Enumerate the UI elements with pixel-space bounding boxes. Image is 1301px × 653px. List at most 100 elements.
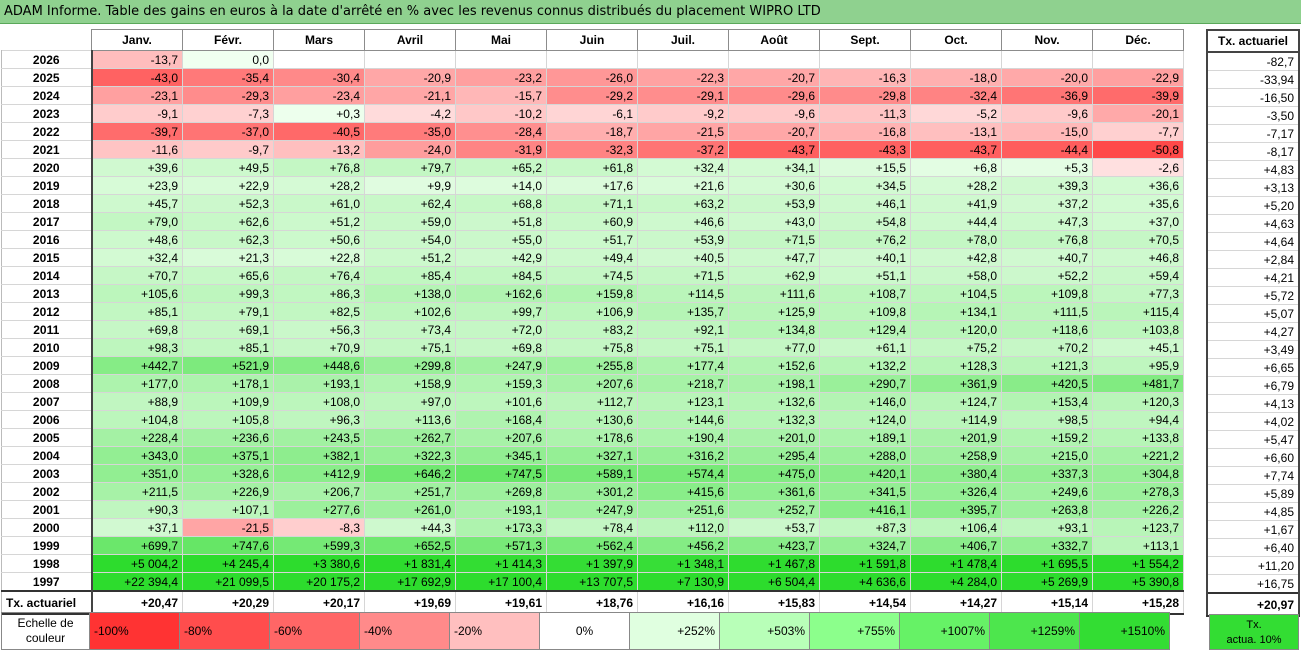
gain-cell: +337,3	[1001, 464, 1093, 483]
gain-cell	[273, 50, 365, 69]
gain-cell: -36,9	[1001, 86, 1093, 105]
gain-cell: +361,6	[728, 482, 820, 501]
gain-cell: +46,8	[1092, 248, 1184, 267]
gain-cell: +43,0	[728, 212, 820, 231]
gain-cell: +105,8	[182, 410, 274, 429]
year-cell: 2018	[1, 194, 93, 213]
actuarial-row: +4,64	[1206, 232, 1300, 251]
gain-cell: +47,7	[728, 248, 820, 267]
corner-cell	[2, 30, 92, 51]
gain-cell: +70,7	[91, 266, 183, 285]
color-scale-swatch: -60%	[269, 612, 360, 650]
month-header: Déc.	[1092, 29, 1184, 51]
gain-cell: +51,7	[546, 230, 638, 249]
gain-cell: +21 099,5	[182, 572, 274, 592]
table-row: 2015 +32,4 +21,3 +22,8 +51,2 +42,9 +49,4 +40,5 +…	[1, 248, 1184, 267]
gain-cell: +50,6	[273, 230, 365, 249]
gain-cell: +218,7	[637, 374, 729, 393]
gain-cell: +123,1	[637, 392, 729, 411]
gain-cell: +105,6	[91, 284, 183, 303]
table-row: 2008 +177,0 +178,1 +193,1 +158,9 +159,3 +207,6…	[1, 374, 1184, 393]
actuarial-rate-cell: +5,89	[1206, 484, 1300, 503]
actuarial-rate-total: +20,97	[1206, 592, 1300, 617]
table-row: 2010 +98,3 +85,1 +70,9 +75,1 +69,8 +75,8 +75,1 +…	[1, 338, 1184, 357]
gain-cell: +108,0	[273, 392, 365, 411]
gain-cell: -9,6	[728, 104, 820, 123]
gain-cell: -6,1	[546, 104, 638, 123]
gain-cell: -10,2	[455, 104, 547, 123]
footer-rate-cell: +15,28	[1092, 590, 1184, 615]
gain-cell: -18,7	[546, 122, 638, 141]
actuarial-row: +1,67	[1206, 520, 1300, 539]
gain-cell: +345,1	[455, 446, 547, 465]
gain-cell: +324,7	[819, 536, 911, 555]
gain-cell: 0,0	[182, 50, 274, 69]
gain-cell: -11,6	[91, 140, 183, 159]
gain-cell: +328,6	[182, 464, 274, 483]
gain-cell: +103,8	[1092, 320, 1184, 339]
gain-cell: +120,3	[1092, 392, 1184, 411]
gain-cell: +249,6	[1001, 482, 1093, 501]
gain-cell: +201,9	[910, 428, 1002, 447]
gain-cell: +252,7	[728, 500, 820, 519]
gain-cell: +76,8	[273, 158, 365, 177]
gain-cell: +1 348,1	[637, 554, 729, 573]
gain-cell: -30,4	[273, 68, 365, 87]
actuarial-row: -33,94	[1206, 70, 1300, 89]
gain-cell: +102,6	[364, 302, 456, 321]
gain-cell: +1 467,8	[728, 554, 820, 573]
gain-cell: +652,5	[364, 536, 456, 555]
actuarial-row: +6,65	[1206, 358, 1300, 377]
gain-cell: +361,9	[910, 374, 1002, 393]
gain-cell: +123,7	[1092, 518, 1184, 537]
footer-rate-cell: +19,61	[455, 590, 547, 615]
actuarial-rate-cell: +16,75	[1206, 574, 1300, 594]
gain-cell: +56,3	[273, 320, 365, 339]
gain-cell: +327,1	[546, 446, 638, 465]
gain-cell: +22,8	[273, 248, 365, 267]
gain-cell: +62,9	[728, 266, 820, 285]
gain-cell: -15,7	[455, 86, 547, 105]
gain-cell: +104,8	[91, 410, 183, 429]
actuarial-row: +7,74	[1206, 466, 1300, 485]
gain-cell: +261,0	[364, 500, 456, 519]
color-scale-swatch: +1510%	[1079, 612, 1170, 650]
gain-cell: +412,9	[273, 464, 365, 483]
actuarial-legend-line1: Tx.	[1246, 619, 1262, 631]
gain-cell: -20,1	[1092, 104, 1184, 123]
actuarial-row: +5,89	[1206, 484, 1300, 503]
table-row: 2021 -11,6 -9,7 -13,2 -24,0 -31,9 -32,3 -37,2 -4…	[1, 140, 1184, 159]
actuarial-rate-cell: -82,7	[1206, 51, 1300, 71]
gain-cell: +6,8	[910, 158, 1002, 177]
gain-cell: +521,9	[182, 356, 274, 375]
gain-cell: +146,0	[819, 392, 911, 411]
footer-rate-cell: +20,17	[273, 590, 365, 615]
actuarial-rate-cell: +3,13	[1206, 178, 1300, 197]
gain-cell: +128,3	[910, 356, 1002, 375]
gain-cell: -21,1	[364, 86, 456, 105]
gain-cell: +159,8	[546, 284, 638, 303]
gain-cell: +226,2	[1092, 500, 1184, 519]
gain-cell: +77,3	[1092, 284, 1184, 303]
table-row: 2003 +351,0 +328,6 +412,9 +646,2 +747,5 +589,1…	[1, 464, 1184, 483]
gain-cell: -20,9	[364, 68, 456, 87]
gain-cell: -23,4	[273, 86, 365, 105]
gain-cell: +236,6	[182, 428, 274, 447]
gain-cell: +60,9	[546, 212, 638, 231]
gain-cell: +193,1	[455, 500, 547, 519]
gain-cell: +135,7	[637, 302, 729, 321]
gain-cell: +177,0	[91, 374, 183, 393]
gain-cell	[364, 50, 456, 69]
year-cell: 2007	[1, 392, 93, 411]
gain-cell: +416,1	[819, 500, 911, 519]
gain-cell: +133,8	[1092, 428, 1184, 447]
gain-cell: +47,3	[1001, 212, 1093, 231]
actuarial-row: +11,20	[1206, 556, 1300, 575]
color-scale-label-line2: couleur	[25, 631, 66, 645]
gain-cell: +380,4	[910, 464, 1002, 483]
gain-cell: +21,3	[182, 248, 274, 267]
gain-cell: -26,0	[546, 68, 638, 87]
actuarial-row: +16,75	[1206, 574, 1300, 594]
gain-cell: +109,9	[182, 392, 274, 411]
gain-cell: +295,4	[728, 446, 820, 465]
